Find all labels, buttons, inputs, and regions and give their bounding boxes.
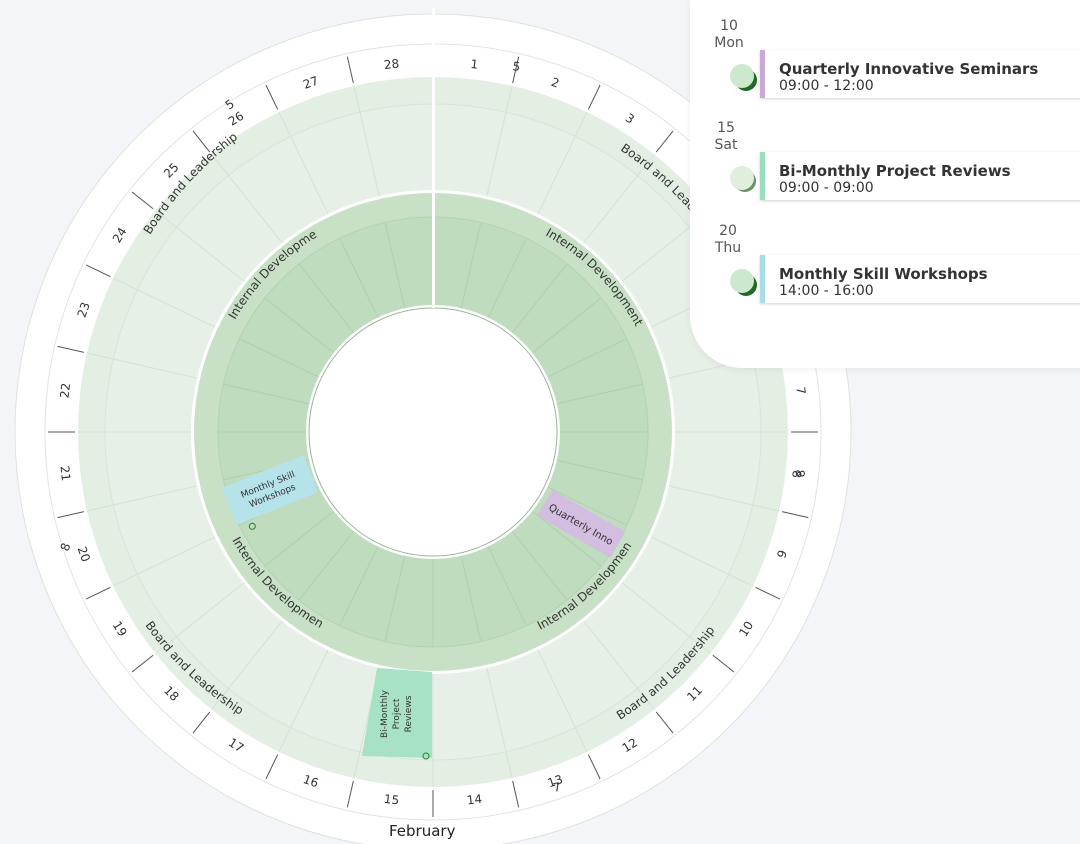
event-label: Bi-Monthly (380, 689, 390, 738)
event-status-icon (730, 269, 754, 293)
agenda-day-number: 10 (720, 18, 738, 34)
year-seam (432, 8, 435, 308)
agenda-event-time: 14:00 - 16:00 (779, 283, 874, 299)
event-label: Reviews (404, 695, 414, 732)
agenda-event-card[interactable]: Bi-Monthly Project Reviews 09:00 - 09:00 (760, 152, 1080, 200)
event-status-icon (730, 64, 754, 88)
agenda-date-2: 15 Sat (711, 120, 741, 154)
event-status-icon (730, 166, 754, 190)
agenda-day-number: 20 (719, 223, 737, 239)
agenda-event-title: Quarterly Innovative Seminars (779, 60, 1039, 78)
agenda-event-title: Monthly Skill Workshops (779, 265, 988, 283)
agenda-event-time: 09:00 - 12:00 (779, 78, 874, 94)
agenda-weekday: Thu (714, 240, 742, 256)
day-number: 21 (57, 465, 73, 482)
day-number: 15 (383, 792, 400, 808)
day-number: 1 (470, 57, 479, 72)
agenda-weekday: Sat (714, 137, 738, 153)
event-label: Project (392, 698, 402, 729)
agenda-date-3: 20 Thu (713, 223, 743, 257)
outer-day-number: 8 (789, 470, 804, 479)
agenda-date-1: 10 Mon (713, 18, 745, 52)
day-number: 22 (57, 382, 73, 399)
agenda-event-time: 09:00 - 09:00 (779, 180, 874, 196)
day-number: 7 (793, 386, 808, 395)
day-number: 28 (383, 57, 400, 73)
agenda-day-number: 15 (717, 120, 735, 136)
agenda-weekday: Mon (714, 35, 744, 51)
month-label: February (389, 822, 456, 840)
agenda-event-title: Bi-Monthly Project Reviews (779, 162, 1011, 180)
agenda-event-card[interactable]: Monthly Skill Workshops 14:00 - 16:00 (760, 255, 1080, 303)
day-number: 14 (466, 792, 483, 808)
agenda-event-card[interactable]: Quarterly Innovative Seminars 09:00 - 12… (760, 50, 1080, 98)
